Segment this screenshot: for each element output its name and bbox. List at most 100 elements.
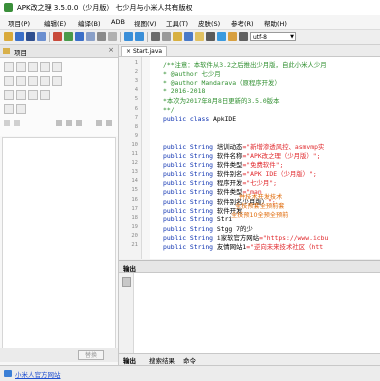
cut-icon[interactable] (86, 32, 95, 41)
save-all-icon[interactable] (26, 32, 35, 41)
paste-icon[interactable] (108, 32, 117, 41)
menu-bar: 项目(P) 编辑(E) 编译(B) ADB 视图(V) 工具(T) 皮肤(S) … (0, 15, 380, 30)
menu-reference[interactable]: 参考(R) (231, 18, 254, 28)
run-icon[interactable] (64, 32, 73, 41)
line-number: 3 (134, 78, 138, 85)
filter-icon[interactable] (106, 120, 112, 126)
line-number: 2 (134, 69, 138, 76)
code-token: ="APK IDE（少月版）"; (242, 170, 317, 179)
encoding-select[interactable]: utf-8 ▼ (250, 32, 296, 41)
terminal-icon[interactable] (239, 32, 248, 41)
overlay-text: 并技术开发技术 (239, 194, 283, 201)
open-folder-icon[interactable] (4, 32, 13, 41)
globe-icon (4, 370, 12, 377)
goto-icon[interactable] (184, 32, 193, 41)
menu-skin[interactable]: 皮肤(S) (198, 18, 220, 28)
line-number: 10 (131, 141, 138, 148)
remove-icon[interactable] (66, 120, 72, 126)
replace-button[interactable]: 替换 (78, 350, 104, 360)
project-tool-icon[interactable] (16, 62, 26, 72)
project-tool-icon[interactable] (40, 62, 50, 72)
find-next-icon[interactable] (162, 32, 171, 41)
line-number: 14 (131, 178, 138, 185)
tab-label: Start.java (132, 48, 163, 55)
project-tool-icon[interactable] (40, 76, 50, 86)
project-tool-icon[interactable] (4, 90, 14, 100)
app-icon (4, 3, 13, 12)
tab-search-results[interactable]: 搜索结果 (149, 355, 175, 365)
menu-view[interactable]: 视图(V) (134, 18, 157, 28)
project-tree[interactable] (2, 137, 116, 355)
line-number: 8 (134, 123, 138, 130)
project-tool-icon[interactable] (52, 62, 62, 72)
device-icon[interactable] (75, 32, 84, 41)
project-tool-icon[interactable] (4, 76, 14, 86)
line-number: 13 (131, 169, 138, 176)
project-tool-icon[interactable] (4, 62, 14, 72)
code-line: *本次为2017年8月8日更新的3.5.0版本 (163, 96, 279, 105)
code-token: 软件名称 (216, 152, 243, 160)
code-token: public String (163, 142, 217, 151)
close-icon[interactable]: × (126, 48, 133, 55)
build-icon[interactable] (37, 32, 46, 41)
code-line: **/ (163, 106, 175, 114)
code-line: public String 培训动态="新增渗透风控、asmvmp实 (163, 142, 324, 151)
code-token: ="免费软件"; (242, 161, 284, 170)
add-icon[interactable] (56, 120, 62, 126)
code-token: 软件别名 (216, 170, 243, 179)
encoding-value: utf-8 (253, 34, 267, 41)
menu-edit[interactable]: 编辑(E) (44, 18, 66, 28)
clear-icon[interactable] (122, 277, 131, 287)
redo-icon[interactable] (135, 32, 144, 41)
menu-adb[interactable]: ADB (111, 18, 125, 26)
settings-icon[interactable] (228, 32, 237, 41)
menu-help[interactable]: 帮助(H) (264, 18, 287, 28)
menu-tools[interactable]: 工具(T) (166, 18, 188, 28)
line-number: 5 (134, 96, 138, 103)
code-line: public String 软件类型="免费软件"; (163, 160, 283, 169)
overlay-text: 全技预套全预前套 (235, 203, 285, 210)
close-icon[interactable]: × (108, 46, 114, 54)
tab-command[interactable]: 命令 (183, 355, 196, 365)
line-number: 9 (134, 132, 138, 139)
undo-icon[interactable] (124, 32, 133, 41)
info-icon[interactable] (217, 32, 226, 41)
project-tools (0, 58, 118, 136)
code-token: /**注意：本软件从3.2之后推出少月版，自此小米人少月 (163, 61, 327, 69)
bookmark-icon[interactable] (173, 32, 182, 41)
output-panel-title: 输出 (123, 265, 136, 273)
window-title: APK改之理 3.5.0.0（少月版） 七少月与小米人共有版权 (17, 4, 193, 12)
project-tool-icon[interactable] (16, 104, 26, 114)
tab-start-java[interactable]: × Start.java (121, 46, 168, 56)
star-icon[interactable] (96, 120, 102, 126)
folder-icon (3, 48, 10, 54)
garbled-overlay: 并技术开发技术 全技预套全预前套 全技预10全预全预前 (121, 190, 301, 260)
project-tool-icon[interactable] (40, 90, 50, 100)
find-icon[interactable] (151, 32, 160, 41)
official-site-link[interactable]: 小米人官方网站 (15, 369, 61, 379)
project-tool-icon[interactable] (28, 76, 38, 86)
save-icon[interactable] (15, 32, 24, 41)
project-tool-icon[interactable] (28, 62, 38, 72)
indent-icon[interactable] (195, 32, 204, 41)
collapse-icon[interactable] (14, 120, 20, 126)
up-icon[interactable] (76, 120, 82, 126)
project-tool-icon[interactable] (16, 90, 26, 100)
stop-icon[interactable] (53, 32, 62, 41)
project-tool-icon[interactable] (28, 90, 38, 100)
project-tool-icon[interactable] (4, 104, 14, 114)
output-toolbar (119, 273, 134, 353)
tab-output[interactable]: 输出 (123, 355, 136, 365)
copy-icon[interactable] (97, 32, 106, 41)
project-tool-icon[interactable] (52, 76, 62, 86)
code-token: *本次为2017年8月8日更新的3.5.0版本 (163, 97, 280, 106)
format-icon[interactable] (206, 32, 215, 41)
code-line: public String 软件别名="APK IDE（少月版）"; (163, 169, 317, 178)
project-tool-icon[interactable] (16, 76, 26, 86)
project-panel: 项目 × 替换 (0, 45, 119, 365)
menu-compile[interactable]: 编译(B) (78, 18, 101, 28)
output-panel-header: 输出 (119, 261, 380, 273)
menu-project[interactable]: 项目(P) (8, 18, 30, 28)
code-token: * @author 七少月 (163, 70, 221, 79)
tree-icon[interactable] (4, 120, 10, 126)
